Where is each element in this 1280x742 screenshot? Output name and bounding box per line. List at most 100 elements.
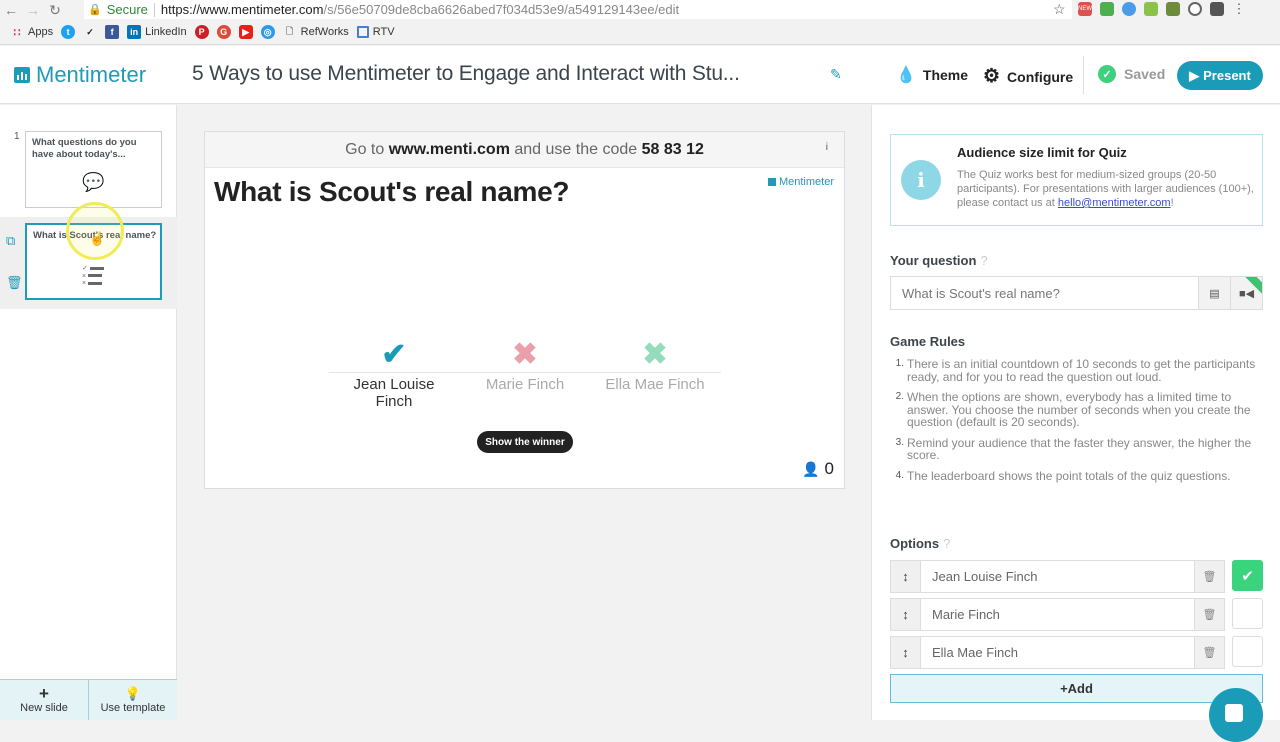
rule-item: 1. There is an initial countdown of 10 se… <box>895 357 1256 384</box>
linkedin-icon: in <box>127 25 142 39</box>
drag-handle-icon[interactable]: ↕ <box>890 636 921 669</box>
edit-title-pencil-icon[interactable]: ✎ <box>830 66 842 83</box>
add-video-button[interactable]: ■◀ <box>1230 277 1262 309</box>
new-badge-extension-icon[interactable]: NEW <box>1078 2 1092 16</box>
url-path: /s/56e50709de8cba6626abed7f034d53e9/a549… <box>323 2 680 17</box>
quiz-options: ✔ Jean Louise Finch ✖ Marie Finch ✖ Ella… <box>329 338 721 410</box>
presentation-title[interactable]: 5 Ways to use Mentimeter to Engage and I… <box>192 62 740 86</box>
help-icon[interactable]: ? <box>980 253 987 268</box>
more-menu-icon[interactable]: ⋮ <box>1232 1 1246 16</box>
google-plus-icon: G <box>216 25 231 39</box>
bookmark-apps[interactable]: ∷ Apps <box>10 25 54 39</box>
extension-circle-icon[interactable] <box>1188 2 1202 16</box>
extensions: NEW ⋮ <box>1078 1 1246 16</box>
drag-handle-icon[interactable]: ↕ <box>890 598 921 631</box>
rule-item: 4. The leaderboard shows the point totals… <box>895 468 1231 483</box>
person-icon: 👤 <box>802 460 820 477</box>
theme-button[interactable]: 💧 Theme <box>896 65 968 85</box>
slide-brand-logo: Mentimeter <box>767 176 834 188</box>
wrong-x-icon: ✖ <box>512 338 538 371</box>
bookmark-star-icon[interactable]: ☆ <box>1053 1 1066 18</box>
bookmark-facebook[interactable]: f <box>105 25 120 39</box>
youtube-icon: ▶ <box>238 25 253 39</box>
game-rules-label: Game Rules <box>890 334 966 349</box>
add-image-button[interactable]: ▤ <box>1198 277 1230 309</box>
logo-bars-icon <box>14 67 30 83</box>
slide-thumbnail-1[interactable]: What questions do you have about today's… <box>25 131 162 208</box>
extension-clipboard-icon[interactable] <box>1166 2 1180 16</box>
add-option-button[interactable]: +Add <box>890 674 1263 703</box>
extension-dark-icon[interactable] <box>1210 2 1224 16</box>
logo-mark-icon <box>767 178 776 186</box>
bookmark-twitter[interactable]: t <box>61 25 76 39</box>
correct-answer-checkbox[interactable]: ✔ <box>1232 560 1263 591</box>
option-input[interactable]: Jean Louise Finch <box>921 560 1194 593</box>
lightbulb-icon: 💡 <box>124 686 142 701</box>
extension-green-icon[interactable] <box>1100 2 1114 16</box>
bookmark-safari[interactable]: ◎ <box>260 25 275 39</box>
join-code: 58 83 12 <box>641 140 704 158</box>
delete-slide-trash-icon[interactable]: 🗑 <box>6 275 23 291</box>
quiz-option: ✖ Ella Mae Finch <box>595 338 715 393</box>
editor-panel: i Audience size limit for Quiz The Quiz … <box>871 105 1280 720</box>
video-camera-icon: ■◀ <box>1238 287 1255 300</box>
nike-icon: ✓ <box>86 26 94 37</box>
option-input[interactable]: Marie Finch <box>921 598 1194 631</box>
join-code-bar: Go to www.menti.com and use the code 58 … <box>205 132 844 168</box>
help-icon[interactable]: ? <box>943 536 950 551</box>
option-input[interactable]: Ella Mae Finch <box>921 636 1194 669</box>
menti-site: www.menti.com <box>388 140 510 158</box>
mentimeter-logo[interactable]: Mentimeter <box>14 62 146 88</box>
bookmark-pinterest[interactable]: P <box>194 25 209 39</box>
new-slide-button[interactable]: + New slide <box>0 680 89 720</box>
slide-thumbnail-title: What questions do you have about today's… <box>32 137 137 160</box>
facebook-icon: f <box>105 25 120 39</box>
duplicate-slide-icon[interactable]: ⧉ <box>6 233 15 249</box>
check-icon: ✔ <box>1241 567 1254 585</box>
drag-handle-icon[interactable]: ↕ <box>890 560 921 593</box>
bookmark-google-plus[interactable]: G <box>216 25 231 39</box>
question-field: ▤ ■◀ <box>890 276 1263 310</box>
bookmark-rtv[interactable]: RTV <box>356 26 395 38</box>
correct-answer-checkbox[interactable] <box>1232 636 1263 667</box>
chat-icon <box>1225 704 1243 722</box>
bookmarks-bar: ∷ Apps t ✓ f in LinkedIn P G ▶ ◎ 🗋 RefWorks… <box>0 20 1280 45</box>
rtv-icon <box>356 26 369 38</box>
delete-option-trash-icon[interactable]: 🗑 <box>1194 598 1225 631</box>
delete-option-trash-icon[interactable]: 🗑 <box>1194 636 1225 669</box>
extension-bookmark-icon[interactable] <box>1144 2 1158 16</box>
droplet-icon: 💧 <box>896 67 916 84</box>
address-bar[interactable]: 🔒 Secure https://www.mentimeter.com/s/56… <box>84 0 1072 19</box>
rule-item: 2. When the options are shown, everybody … <box>895 390 1251 429</box>
use-template-button[interactable]: 💡 Use template <box>89 680 177 720</box>
show-winner-button[interactable]: Show the winner <box>477 431 573 453</box>
extension-blue-icon[interactable] <box>1122 2 1136 16</box>
slide-list-panel: 1 What questions do you have about today… <box>0 105 177 720</box>
lock-icon: 🔒 <box>88 4 102 16</box>
support-chat-button[interactable] <box>1209 688 1263 742</box>
question-input[interactable] <box>891 277 1198 309</box>
bookmark-linkedin[interactable]: in LinkedIn <box>127 25 187 39</box>
reload-icon[interactable]: ↻ <box>44 2 66 19</box>
quiz-option: ✔ Jean Louise Finch <box>334 338 454 410</box>
delete-option-trash-icon[interactable]: 🗑 <box>1194 560 1225 593</box>
check-circle-icon: ✓ <box>1098 65 1116 83</box>
back-icon[interactable]: ← <box>0 2 22 18</box>
slide-preview[interactable]: Go to www.menti.com and use the code 58 … <box>204 131 845 489</box>
hand-cursor-icon: ☝ <box>89 231 106 246</box>
contact-email-link[interactable]: hello@mentimeter.com <box>1058 197 1171 209</box>
page-icon: 🗋 <box>286 26 294 36</box>
notice-title: Audience size limit for Quiz <box>957 145 1127 160</box>
rule-item: 3. Remind your audience that the faster t… <box>895 435 1252 462</box>
quiz-option: ✖ Marie Finch <box>465 338 585 393</box>
info-icon[interactable]: i <box>826 142 828 153</box>
correct-answer-checkbox[interactable] <box>1232 598 1263 629</box>
present-button[interactable]: ▶ Present <box>1177 61 1263 90</box>
bookmark-refworks[interactable]: 🗋 RefWorks <box>283 25 349 39</box>
configure-button[interactable]: ⚙ Configure <box>983 65 1073 88</box>
forward-icon[interactable]: → <box>22 2 44 18</box>
option-row: ↕ Marie Finch 🗑 <box>890 598 1263 631</box>
bookmark-nike[interactable]: ✓ <box>83 25 97 39</box>
correct-check-icon: ✔ <box>381 338 407 371</box>
bookmark-youtube[interactable]: ▶ <box>238 25 253 39</box>
